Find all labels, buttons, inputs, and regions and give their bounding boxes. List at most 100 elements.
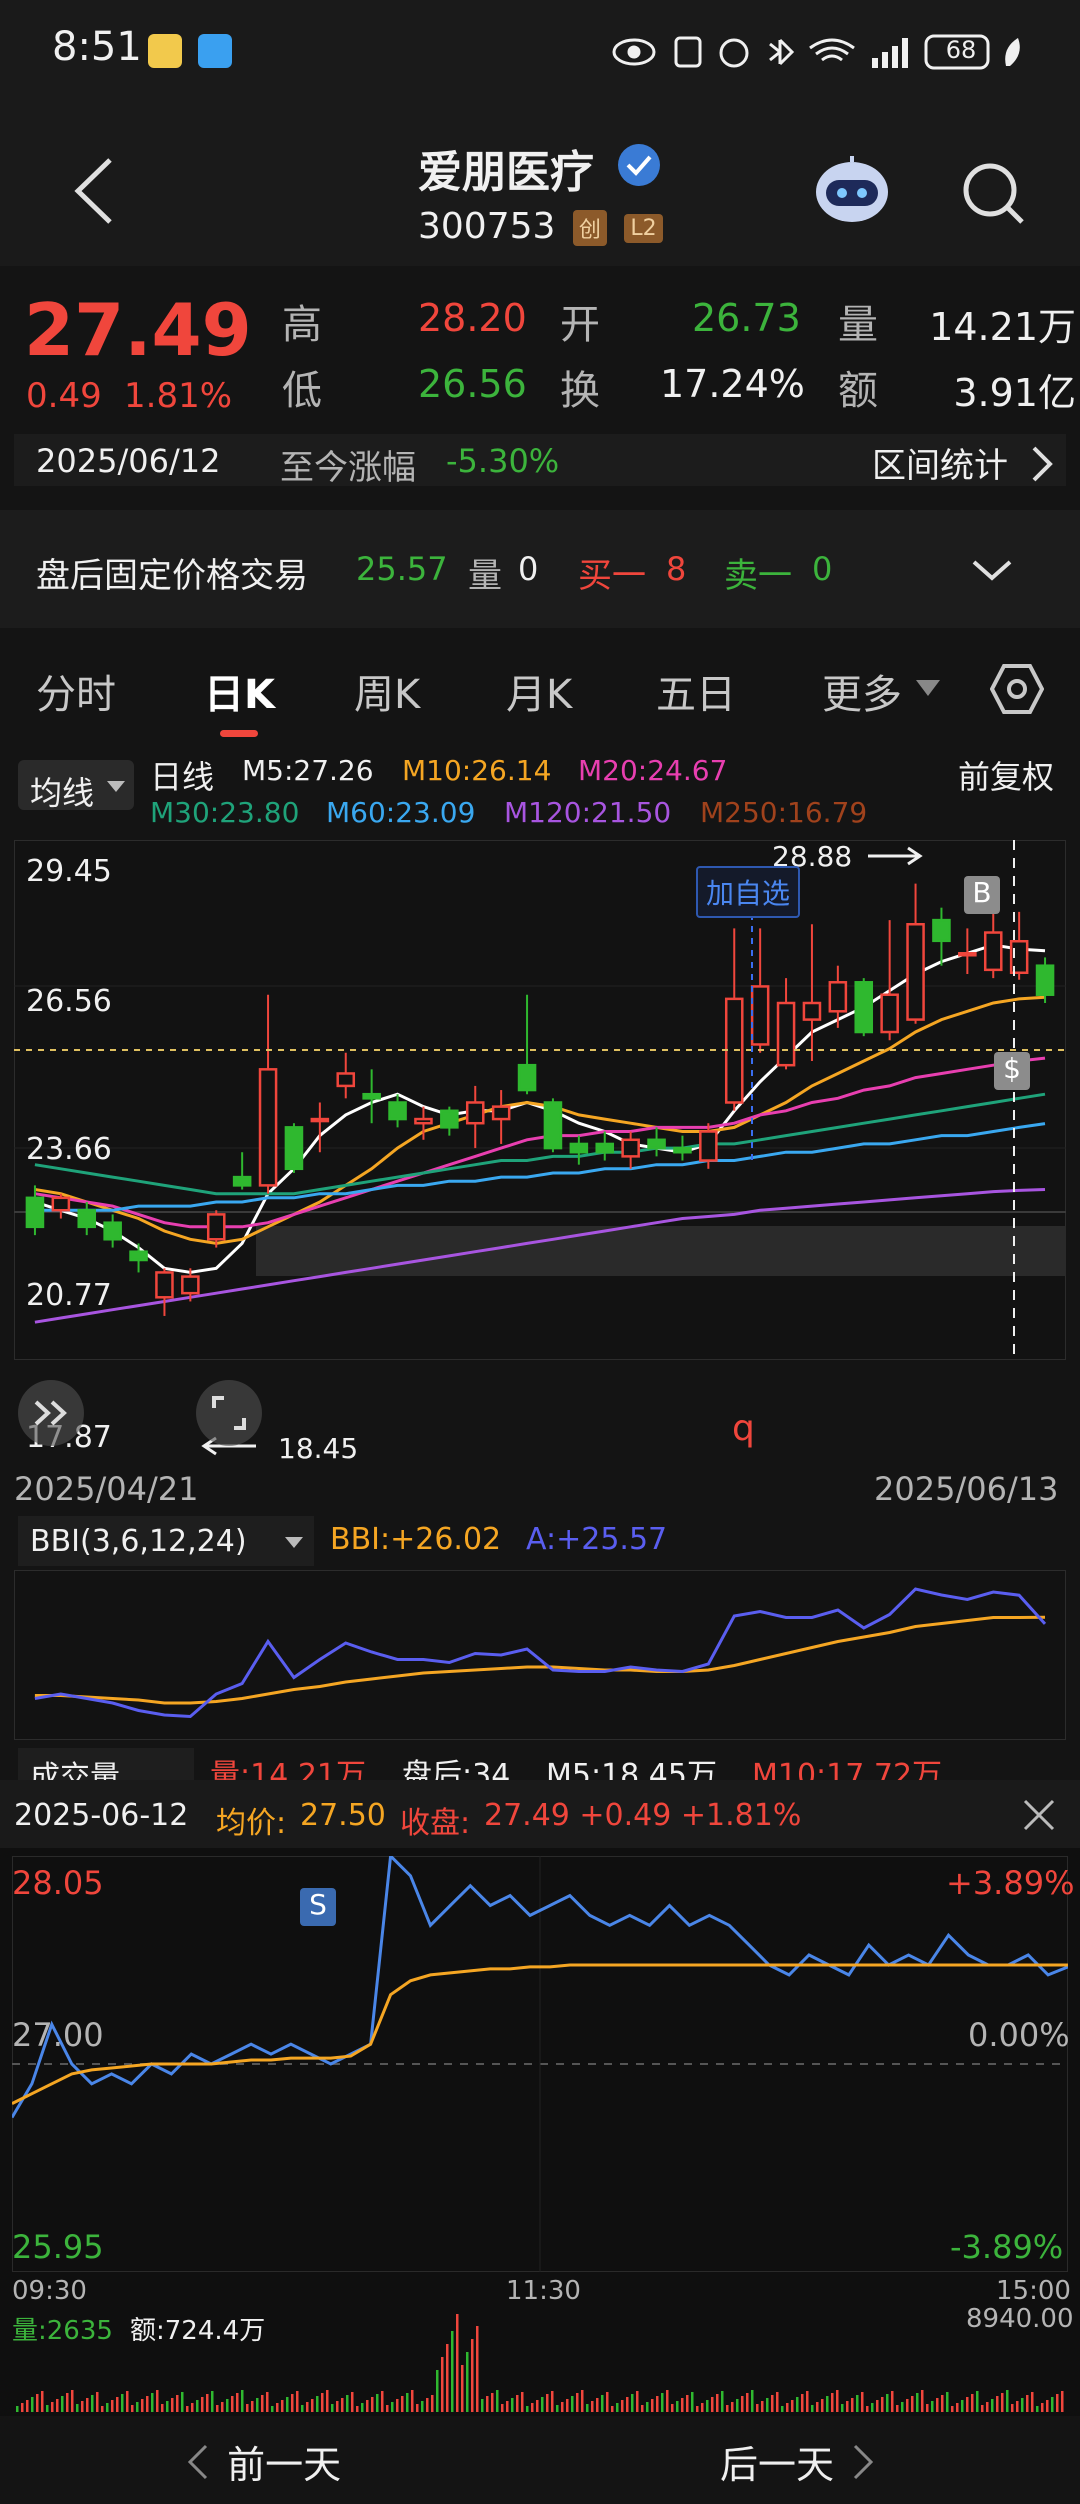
add-watchlist-button[interactable]: 加自选: [696, 866, 801, 918]
intraday-volume-bar: [696, 2406, 699, 2412]
intraday-volume-bar: [716, 2394, 719, 2412]
intraday-volume-bar: [826, 2396, 829, 2412]
intraday-volume-bar: [156, 2390, 159, 2412]
intraday-amt-label: 额:724.4万: [130, 2316, 266, 2346]
close-icon[interactable]: [1022, 1798, 1056, 1832]
ma10-value: M10:26.14: [402, 754, 552, 787]
intraday-volume-bar: [41, 2391, 44, 2412]
tab-timeshare[interactable]: 分时: [36, 662, 116, 720]
intraday-volume-bar: [231, 2396, 234, 2412]
tab-five-day[interactable]: 五日: [656, 662, 736, 720]
intraday-volume-bar: [76, 2404, 79, 2412]
intraday-volume-bar: [596, 2398, 599, 2412]
intraday-volume-bar: [646, 2402, 649, 2412]
settings-hex-icon[interactable]: [990, 662, 1044, 716]
intraday-volume-bar: [1051, 2397, 1054, 2412]
next-day-button[interactable]: 后一天: [720, 2434, 875, 2489]
y-tick-1: 29.45: [26, 854, 112, 889]
double-chevron-right-icon: [34, 1400, 67, 1426]
intraday-volume-bar: [426, 2398, 429, 2412]
intraday-volume-bar: [951, 2406, 954, 2412]
range-stats-link[interactable]: 区间统计: [872, 438, 1008, 487]
intraday-volume-bar: [666, 2390, 669, 2412]
intraday-s-tag[interactable]: S: [300, 1888, 336, 1926]
tab-more[interactable]: 更多: [822, 662, 902, 720]
arrow-right-icon: [868, 846, 923, 866]
intraday-volume-bar: [161, 2404, 164, 2412]
bbi-chart[interactable]: [14, 1570, 1066, 1740]
sell-tag[interactable]: $: [994, 1052, 1030, 1090]
intraday-popup: 2025-06-12 均价: 27.50 收盘: 27.49 +0.49 +1.…: [0, 1780, 1080, 2416]
bbi-selector[interactable]: BBI(3,6,12,24): [18, 1516, 314, 1566]
intraday-volume-bar: [731, 2402, 734, 2412]
intraday-volume-bar: [511, 2398, 514, 2412]
intraday-volume-bar: [811, 2405, 814, 2412]
popup-avg-label: 均价:: [216, 1806, 287, 1841]
intraday-volume-bar: [796, 2397, 799, 2412]
fullscreen-button[interactable]: [196, 1380, 262, 1446]
intraday-volume-bar: [891, 2391, 894, 2412]
low-marker: 18.45: [278, 1432, 359, 1465]
intraday-volume-bar: [781, 2406, 784, 2412]
intraday-volume-bar: [536, 2400, 539, 2412]
intraday-volume-bar: [171, 2398, 174, 2412]
expand-sidebar-button[interactable]: [18, 1380, 84, 1446]
chevron-down-icon[interactable]: [970, 558, 1014, 584]
buy-tag[interactable]: B: [964, 876, 1000, 914]
intraday-volume-bar: [281, 2400, 284, 2412]
intraday-pct-mid: 0.00%: [968, 2016, 1070, 2054]
intraday-volume-bar: [321, 2393, 324, 2412]
intraday-volume-bar: [986, 2402, 989, 2412]
back-icon[interactable]: [70, 156, 120, 226]
intraday-volume-bar: [956, 2403, 959, 2412]
app-notification-icon: [148, 34, 182, 68]
intraday-volume-bar: [916, 2393, 919, 2412]
chevron-right-icon: [1032, 446, 1053, 482]
prev-day-button[interactable]: 前一天: [186, 2434, 341, 2489]
adjust-mode[interactable]: 前复权: [958, 752, 1054, 798]
popup-close-label: 收盘:: [400, 1806, 471, 1841]
intraday-volume-bar: [431, 2395, 434, 2412]
after-hours-bar[interactable]: 盘后固定价格交易 25.57 量 0 买一 8 卖一 0: [0, 510, 1080, 628]
intraday-volume-bar: [991, 2399, 994, 2412]
ytd-value: -5.30%: [446, 442, 560, 480]
intraday-volume-bar: [901, 2402, 904, 2412]
robot-assistant-icon[interactable]: [812, 154, 892, 226]
intraday-chart[interactable]: [12, 1856, 1068, 2272]
high-label: 高: [282, 302, 322, 348]
stock-header: 爱朋医疗 300753 创 L2: [0, 100, 1080, 266]
intraday-volume-bar: [356, 2406, 359, 2412]
intraday-volume-bar: [581, 2390, 584, 2412]
intraday-volume-bar: [186, 2406, 189, 2412]
intraday-volume-bar: [16, 2406, 19, 2412]
intraday-volume-bar: [881, 2397, 884, 2412]
intraday-volume-bar: [286, 2397, 289, 2412]
ma-selector[interactable]: 均线: [18, 760, 134, 812]
intraday-volume-bar: [396, 2399, 399, 2412]
intraday-volume-bar: [776, 2392, 779, 2412]
tab-monthly-k[interactable]: 月K: [506, 662, 572, 720]
ma60-value: M60:23.09: [326, 796, 476, 829]
tab-weekly-k[interactable]: 周K: [354, 662, 420, 720]
intraday-volume-bar: [226, 2399, 229, 2412]
intraday-volume-bar: [1026, 2395, 1029, 2412]
search-icon[interactable]: [958, 158, 1028, 228]
open-value: 26.73: [692, 296, 801, 340]
kline-chart[interactable]: [14, 840, 1066, 1360]
intraday-volume-bar: [801, 2394, 804, 2412]
intraday-volume-bar: [21, 2403, 24, 2412]
intraday-volume-bar: [996, 2396, 999, 2412]
intraday-volume-bar: [101, 2406, 104, 2412]
tab-daily-k[interactable]: 日K: [204, 662, 275, 720]
after-hours-title: 盘后固定价格交易: [36, 556, 308, 596]
intraday-volume-bar: [421, 2401, 424, 2412]
bbi-value: BBI:+26.02: [330, 1522, 502, 1557]
intraday-volume-bar: [931, 2401, 934, 2412]
intraday-volume-bar: [351, 2392, 354, 2412]
intraday-volume-bar: [456, 2314, 459, 2412]
intraday-volume-bar: [366, 2400, 369, 2412]
intraday-volume-bar: [166, 2401, 169, 2412]
intraday-volume-bar: [851, 2398, 854, 2412]
intraday-volume-bar: [816, 2402, 819, 2412]
intraday-volume-bar: [451, 2331, 454, 2412]
